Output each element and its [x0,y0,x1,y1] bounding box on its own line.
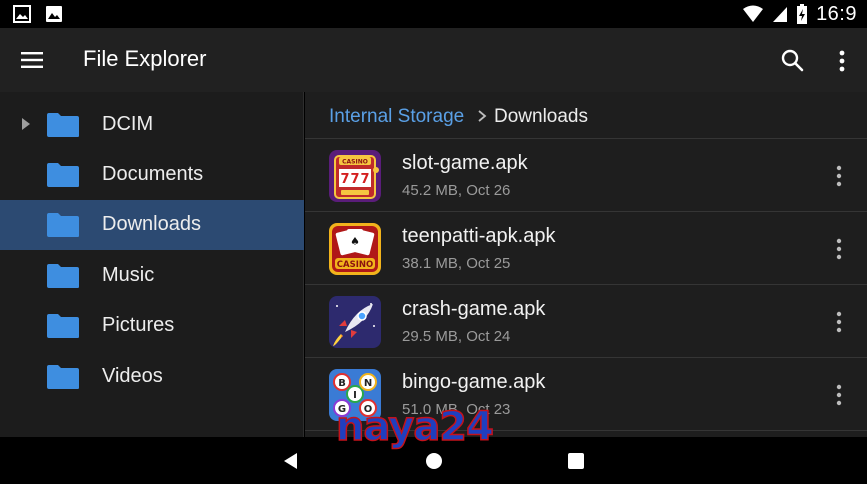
breadcrumb: Internal Storage Downloads [305,92,867,139]
rocket-icon [329,296,381,348]
file-row-crash-game[interactable]: crash-game.apk 29.5 MB, Oct 24 [305,286,867,358]
casino-icon-text: CASINO [337,260,373,270]
wifi-icon [743,5,764,22]
sidebar-item-downloads[interactable]: Downloads [0,200,304,250]
photo-icon [46,6,62,22]
file-meta: 29.5 MB, Oct 24 [402,328,511,345]
status-time: 16:9 [816,2,857,25]
app-bar: File Explorer [0,28,867,92]
sidebar-item-pictures[interactable]: Pictures [0,301,304,351]
expand-arrow-icon[interactable] [20,116,32,132]
svg-text:I: I [353,390,357,401]
sidebar-item-dcim[interactable]: DCIM [0,100,304,150]
sidebar-item-music[interactable]: Music [0,251,304,301]
folder-icon [47,264,79,288]
home-circle-icon[interactable] [423,450,445,472]
more-vert-icon[interactable] [829,235,849,263]
status-bar-left [12,4,64,24]
menu-icon[interactable] [16,46,48,74]
folder-icon [47,365,79,389]
search-icon[interactable] [778,46,808,76]
sidebar-item-label: Downloads [102,213,201,235]
folder-sidebar: DCIM Documents Downloads Music Pictures … [0,92,304,437]
slot-icon-text: CASINO [342,159,368,166]
svg-text:♠: ♠ [350,235,360,248]
chevron-right-icon [478,110,487,122]
signal-icon [773,7,788,22]
status-bar-right: 16:9 [742,2,857,26]
more-vert-icon[interactable] [832,46,852,76]
svg-text:7: 7 [350,172,359,187]
slot-machine-icon: CASINO 7 7 7 [329,150,381,202]
folder-icon [47,213,79,237]
app-title: File Explorer [83,46,207,71]
sidebar-item-label: Videos [102,365,163,387]
file-meta: 38.1 MB, Oct 25 [402,255,511,272]
folder-icon [47,314,79,338]
sidebar-item-documents[interactable]: Documents [0,150,304,200]
file-list-panel: Internal Storage Downloads CASINO 7 7 7 … [305,92,867,437]
breadcrumb-root-link[interactable]: Internal Storage [329,106,464,128]
recents-square-icon[interactable] [565,450,587,472]
playing-cards-icon: ♠ CASINO [329,223,381,275]
breadcrumb-current: Downloads [494,106,588,127]
svg-text:7: 7 [360,172,369,187]
sidebar-item-label: DCIM [102,113,154,135]
folder-icon [47,113,79,137]
image-icon [13,5,31,23]
sidebar-item-label: Pictures [102,314,175,336]
file-row-teenpatti[interactable]: ♠ CASINO teenpatti-apk.apk 38.1 MB, Oct … [305,213,867,285]
file-name: crash-game.apk [402,298,546,320]
svg-text:N: N [364,378,372,389]
file-meta: 45.2 MB, Oct 26 [402,182,511,199]
watermark-logo: naya24 [335,404,494,450]
more-vert-icon[interactable] [829,162,849,190]
file-row-slot-game[interactable]: CASINO 7 7 7 slot-game.apk 45.2 MB, Oct … [305,140,867,212]
file-name: slot-game.apk [402,152,528,174]
sidebar-item-videos[interactable]: Videos [0,352,304,402]
more-vert-icon[interactable] [829,308,849,336]
more-vert-icon[interactable] [829,381,849,409]
sidebar-item-label: Documents [102,163,204,185]
back-triangle-icon[interactable] [280,450,302,472]
file-name: teenpatti-apk.apk [402,225,556,247]
file-name: bingo-game.apk [402,371,546,393]
status-bar: 16:9 [0,0,867,28]
svg-text:B: B [338,378,346,389]
battery-icon [797,4,808,24]
sidebar-item-label: Music [102,264,155,286]
svg-text:7: 7 [340,172,349,187]
folder-icon [47,163,79,187]
